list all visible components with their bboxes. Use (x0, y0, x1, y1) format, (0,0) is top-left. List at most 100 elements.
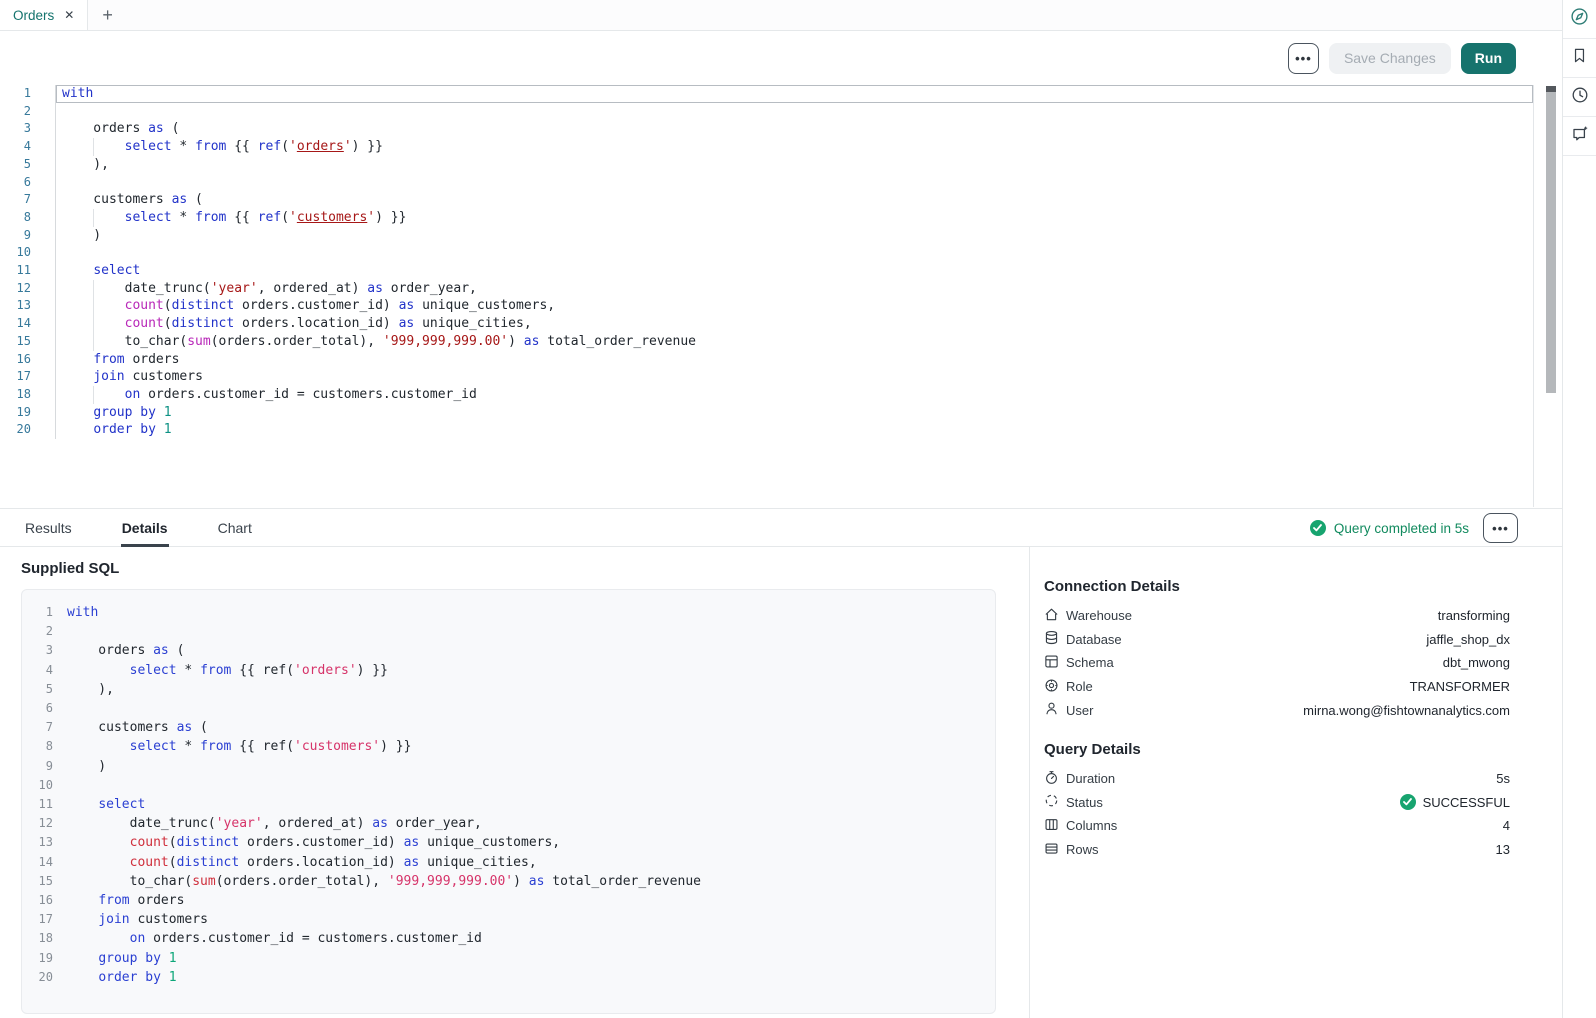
file-tab-bar: Orders ✕ + (0, 0, 1562, 31)
user-icon (1044, 701, 1059, 719)
results-panel-tabs: Results Details Chart Query completed in… (0, 509, 1562, 547)
role-value: TRANSFORMER (1410, 679, 1510, 694)
rows-value: 13 (1496, 842, 1510, 857)
query-status-text: Query completed in 5s (1334, 521, 1469, 536)
code-line: 14 count(distinct orders.location_id) as… (32, 853, 995, 872)
supplied-sql-title: Supplied SQL (21, 560, 1029, 577)
query-details-section: Query Details Duration 5s Status (1044, 741, 1510, 861)
success-check-icon (1400, 794, 1416, 810)
details-tab-content: Supplied SQL 1with23 orders as (4 select… (0, 547, 1562, 1018)
toolbar-more-button[interactable]: ••• (1288, 43, 1319, 74)
supplied-sql-code: 1with23 orders as (4 select * from {{ re… (21, 589, 996, 1014)
details-sidebar: Connection Details Warehouse transformin… (1030, 547, 1562, 1018)
code-line: 8 select * from {{ ref('customers') }} (0, 209, 1533, 227)
tab-chart[interactable]: Chart (218, 509, 252, 547)
tab-details[interactable]: Details (122, 509, 168, 547)
sql-code-editor[interactable]: 1with23 orders as (4 select * from {{ re… (0, 85, 1533, 508)
detail-row-role: Role TRANSFORMER (1044, 675, 1510, 699)
dbt-ide-app: Orders ✕ + ••• Save Changes Run 1with23 … (0, 0, 1596, 1018)
connection-details-title: Connection Details (1044, 578, 1510, 595)
bookmark-icon (1571, 47, 1588, 69)
schema-value: dbt_mwong (1443, 655, 1510, 670)
ellipsis-icon: ••• (1295, 51, 1312, 66)
code-line: 12 date_trunc('year', ordered_at) as ord… (0, 280, 1533, 298)
check-circle-icon (1310, 520, 1326, 536)
code-line: 6 (0, 174, 1533, 192)
detail-row-warehouse: Warehouse transforming (1044, 604, 1510, 628)
code-line: 2 (32, 622, 995, 641)
database-value: jaffle_shop_dx (1426, 632, 1510, 647)
code-line: 15 to_char(sum(orders.order_total), '999… (0, 333, 1533, 351)
supplied-sql-section: Supplied SQL 1with23 orders as (4 select… (0, 547, 1030, 1018)
detail-row-duration: Duration 5s (1044, 767, 1510, 791)
code-line: 15 to_char(sum(orders.order_total), '999… (32, 872, 995, 891)
history-clock-icon (1571, 86, 1589, 109)
code-line: 17 join customers (0, 368, 1533, 386)
code-line: 20 order by 1 (32, 968, 995, 987)
gutter-border (0, 354, 56, 362)
code-line: 4 select * from {{ ref('orders') }} (32, 661, 995, 680)
status-icon (1044, 793, 1059, 811)
code-line: 8 select * from {{ ref('customers') }} (32, 737, 995, 756)
status-value: SUCCESSFUL (1400, 794, 1510, 810)
main-area: Orders ✕ + ••• Save Changes Run 1with23 … (0, 0, 1562, 1018)
code-line: 13 count(distinct orders.customer_id) as… (0, 297, 1533, 315)
sidebar-item-bookmarks[interactable] (1563, 39, 1596, 78)
duration-icon (1044, 770, 1059, 788)
comment-sparkle-icon (1571, 125, 1589, 148)
code-line: 17 join customers (32, 910, 995, 929)
code-line: 6 (32, 699, 995, 718)
sidebar-item-feedback[interactable] (1563, 117, 1596, 156)
new-tab-button[interactable]: + (88, 0, 127, 30)
right-icon-sidebar (1562, 0, 1596, 1018)
role-icon (1044, 678, 1059, 696)
sidebar-item-copilot[interactable] (1563, 0, 1596, 39)
tab-orders[interactable]: Orders ✕ (0, 0, 88, 30)
code-line: 7 customers as ( (32, 718, 995, 737)
detail-row-schema: Schema dbt_mwong (1044, 651, 1510, 675)
code-line: 3 orders as ( (0, 120, 1533, 138)
code-line: 5 ), (0, 156, 1533, 174)
rows-icon (1044, 841, 1059, 859)
code-line: 14 count(distinct orders.location_id) as… (0, 315, 1533, 333)
detail-row-database: Database jaffle_shop_dx (1044, 628, 1510, 652)
code-line: 2 (0, 103, 1533, 121)
columns-icon (1044, 817, 1059, 835)
database-icon (1044, 630, 1059, 648)
code-line: 10 (32, 776, 995, 795)
detail-row-rows: Rows 13 (1044, 838, 1510, 862)
code-line: 19 group by 1 (32, 949, 995, 968)
editor-right-border (1533, 85, 1534, 507)
detail-row-status: Status SUCCESSFUL (1044, 791, 1510, 815)
warehouse-icon (1044, 607, 1059, 625)
code-line: 18 on orders.customer_id = customers.cus… (32, 929, 995, 948)
code-line: 3 orders as ( (32, 641, 995, 660)
warehouse-value: transforming (1438, 608, 1510, 623)
sidebar-item-history[interactable] (1563, 78, 1596, 117)
tab-results[interactable]: Results (25, 509, 72, 547)
scrollbar-marker (1546, 86, 1556, 92)
detail-row-columns: Columns 4 (1044, 814, 1510, 838)
detail-row-user: User mirna.wong@fishtownanalytics.com (1044, 698, 1510, 722)
user-value: mirna.wong@fishtownanalytics.com (1303, 703, 1510, 718)
panel-more-button[interactable]: ••• (1483, 513, 1518, 543)
code-line: 11 select (0, 262, 1533, 280)
connection-details-section: Connection Details Warehouse transformin… (1044, 578, 1510, 722)
code-line: 11 select (32, 795, 995, 814)
code-line: 7 customers as ( (0, 191, 1533, 209)
code-line: 13 count(distinct orders.customer_id) as… (32, 833, 995, 852)
code-line: 19 group by 1 (0, 404, 1533, 422)
ellipsis-icon: ••• (1492, 521, 1509, 536)
editor-toolbar: ••• Save Changes Run (0, 31, 1562, 85)
run-button[interactable]: Run (1461, 43, 1516, 74)
plus-icon: + (102, 5, 113, 26)
query-status: Query completed in 5s (1310, 520, 1469, 536)
save-changes-button[interactable]: Save Changes (1329, 43, 1451, 74)
close-icon[interactable]: ✕ (64, 9, 74, 21)
copilot-compass-icon (1570, 7, 1589, 31)
code-line: 9 ) (0, 227, 1533, 245)
code-line: 10 (0, 244, 1533, 262)
results-panel: Results Details Chart Query completed in… (0, 508, 1562, 1018)
editor-scrollbar[interactable] (1546, 86, 1556, 393)
code-line: 5 ), (32, 680, 995, 699)
